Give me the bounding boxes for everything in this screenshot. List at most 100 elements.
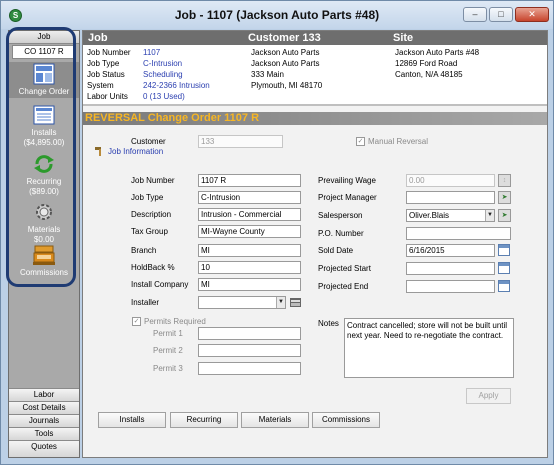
install-company-field[interactable]: MI xyxy=(198,278,301,291)
tax-group-field[interactable]: MI-Wayne County xyxy=(198,225,301,238)
header-col-job: Job xyxy=(88,32,108,44)
labor-units-label: Labor Units xyxy=(87,92,128,101)
title-bar: S Job - 1107 (Jackson Auto Parts #48) – … xyxy=(1,1,553,29)
prevailing-wage-label: Prevailing Wage xyxy=(318,176,376,185)
sidebar-tab-cost-details[interactable]: Cost Details xyxy=(9,401,79,414)
branch-label: Branch xyxy=(131,246,157,255)
salesperson-value: Oliver.Blais xyxy=(409,211,450,220)
po-number-field[interactable] xyxy=(406,227,511,240)
sidebar-item-label: Installs xyxy=(31,128,57,137)
job-number-label: Job Number xyxy=(131,176,175,185)
site-name: Jackson Auto Parts #48 xyxy=(395,48,480,57)
permit-1-label: Permit 1 xyxy=(153,329,183,338)
sidebar-item-amount: ($4,895.00) xyxy=(23,138,65,147)
job-information-link[interactable]: Job Information xyxy=(108,147,163,157)
project-manager-go-icon[interactable]: ➤ xyxy=(498,191,511,204)
job-number-field[interactable]: 1107 R xyxy=(198,174,301,187)
permit-3-label: Permit 3 xyxy=(153,364,183,373)
job-type-field[interactable]: C-Intrusion xyxy=(198,191,301,204)
job-type-value: C-Intrusion xyxy=(143,59,183,68)
change-order-icon xyxy=(33,63,55,85)
recurring-button[interactable]: Recurring xyxy=(170,412,238,428)
customer-field[interactable]: 133 xyxy=(198,135,283,148)
installer-lookup-icon[interactable] xyxy=(289,296,302,308)
sidebar-item-recurring[interactable]: Recurring ($89.00) xyxy=(9,153,79,196)
sold-date-field[interactable]: 6/16/2015 xyxy=(406,244,495,257)
system-link[interactable]: 242-2366 Intrusion xyxy=(143,81,210,91)
sidebar: Job CO 1107 R Change Order Installs ($4,… xyxy=(8,30,80,458)
sidebar-item-label: Materials xyxy=(27,225,61,234)
header-bar: Job Customer 133 Site xyxy=(83,31,547,45)
sidebar-item-amount: $0.00 xyxy=(33,235,55,244)
sidebar-tab-journals[interactable]: Journals xyxy=(9,414,79,427)
job-type-label: Job Type xyxy=(87,59,120,68)
permits-required-label: Permits Required xyxy=(144,317,206,326)
permit-1-field[interactable] xyxy=(198,327,301,340)
apply-button[interactable]: Apply xyxy=(466,388,511,404)
installs-icon xyxy=(33,105,55,125)
customer-name-2: Jackson Auto Parts xyxy=(251,59,320,68)
description-field[interactable]: Intrusion - Commercial xyxy=(198,208,301,221)
permit-2-field[interactable] xyxy=(198,344,301,357)
customer-address: 333 Main xyxy=(251,70,284,79)
holdback-field[interactable]: 10 xyxy=(198,261,301,274)
sidebar-tab-labor[interactable]: Labor xyxy=(9,388,79,401)
job-header: Job Customer 133 Site Job Number 1107 Jo… xyxy=(83,31,547,104)
install-company-label: Install Company xyxy=(131,280,189,289)
sidebar-item-materials[interactable]: Materials $0.00 xyxy=(9,201,79,244)
sidebar-item-installs[interactable]: Installs ($4,895.00) xyxy=(9,104,79,147)
sidebar-item-commissions[interactable]: Commissions xyxy=(9,244,79,280)
job-status-label: Job Status xyxy=(87,70,125,79)
commissions-button[interactable]: Commissions xyxy=(312,412,380,428)
salesperson-label: Salesperson xyxy=(318,211,363,220)
permit-3-field[interactable] xyxy=(198,362,301,375)
chevron-down-icon[interactable]: ▼ xyxy=(276,297,285,308)
salesperson-select[interactable]: Oliver.Blais ▼ xyxy=(406,209,495,222)
header-separator xyxy=(83,104,547,106)
prevailing-wage-spin-button[interactable]: ↕ xyxy=(498,174,511,187)
job-window: S Job - 1107 (Jackson Auto Parts #48) – … xyxy=(0,0,554,465)
permit-2-label: Permit 2 xyxy=(153,346,183,355)
sidebar-tab-quotes[interactable]: Quotes xyxy=(9,440,79,457)
materials-button[interactable]: Materials xyxy=(241,412,309,428)
hammer-icon xyxy=(95,147,101,156)
sidebar-tab-tools[interactable]: Tools xyxy=(9,427,79,440)
projected-end-label: Projected End xyxy=(318,282,369,291)
site-city: Canton, N/A 48185 xyxy=(395,70,463,79)
gear-icon xyxy=(36,204,52,220)
sold-date-label: Sold Date xyxy=(318,246,354,255)
branch-field[interactable]: MI xyxy=(198,244,301,257)
change-order-id[interactable]: CO 1107 R xyxy=(12,45,76,59)
projected-end-field[interactable] xyxy=(406,280,495,293)
calendar-icon[interactable] xyxy=(498,262,510,274)
calendar-icon[interactable] xyxy=(498,280,510,292)
sidebar-item-label: Recurring xyxy=(26,177,62,186)
installer-label: Installer xyxy=(131,298,160,307)
projected-start-field[interactable] xyxy=(406,262,495,275)
salesperson-go-icon[interactable]: ➤ xyxy=(498,209,511,222)
header-col-customer: Customer 133 xyxy=(248,32,321,44)
notes-textarea[interactable]: Contract cancelled; store will not be bu… xyxy=(344,318,514,378)
projected-start-label: Projected Start xyxy=(318,264,371,273)
project-manager-field[interactable] xyxy=(406,191,495,204)
prevailing-wage-field[interactable]: 0.00 xyxy=(406,174,495,187)
close-button[interactable]: ✕ xyxy=(515,7,549,22)
recurring-icon xyxy=(34,155,54,173)
chevron-down-icon[interactable]: ▼ xyxy=(485,210,494,221)
customer-label: Customer xyxy=(131,137,166,146)
installer-select[interactable]: ▼ xyxy=(198,296,286,309)
sidebar-item-change-order[interactable]: Change Order xyxy=(9,62,79,98)
manual-reversal-checkbox[interactable]: ✓ xyxy=(356,137,365,146)
job-number-label: Job Number xyxy=(87,48,131,57)
maximize-button[interactable]: □ xyxy=(489,7,513,22)
installs-button[interactable]: Installs xyxy=(98,412,166,428)
project-manager-label: Project Manager xyxy=(318,193,377,202)
minimize-button[interactable]: – xyxy=(463,7,487,22)
customer-name: Jackson Auto Parts xyxy=(251,48,320,57)
description-label: Description xyxy=(131,210,172,219)
po-number-label: P.O. Number xyxy=(318,229,364,238)
calendar-icon[interactable] xyxy=(498,244,510,256)
job-number-link[interactable]: 1107 xyxy=(143,48,160,58)
sidebar-item-label: Change Order xyxy=(18,87,70,96)
permits-required-checkbox[interactable]: ✓ xyxy=(132,317,141,326)
